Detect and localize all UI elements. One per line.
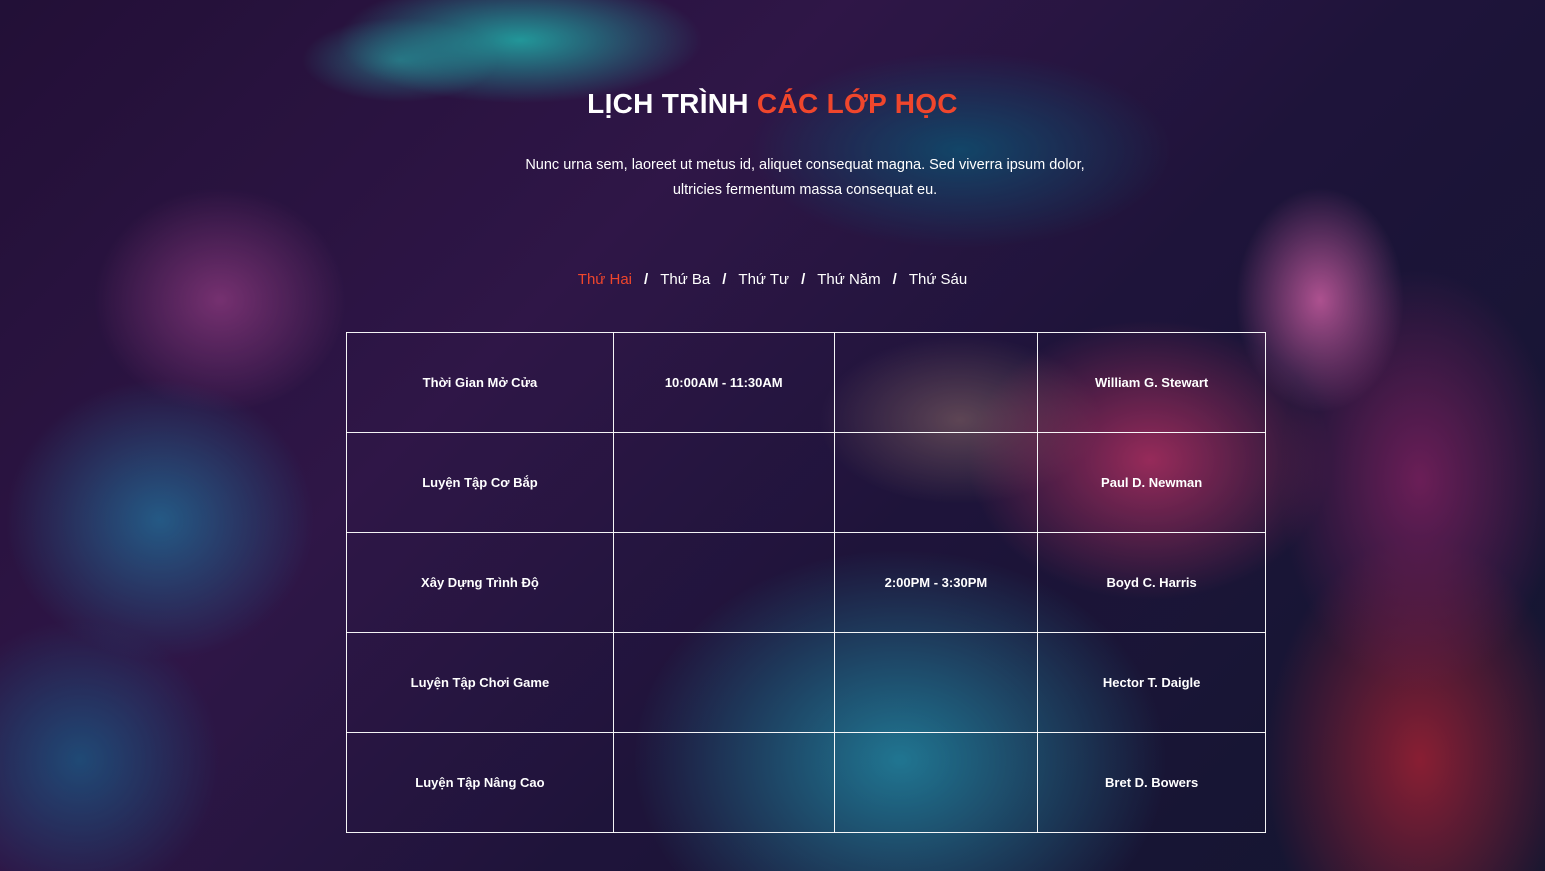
tab-monday[interactable]: Thứ Hai [578,268,632,292]
trainer-cell: Hector T. Daigle [1037,632,1266,733]
tab-thursday[interactable]: Thứ Năm [817,268,880,292]
morning-time-cell [612,432,835,533]
morning-time-cell [612,732,835,833]
tab-wednesday[interactable]: Thứ Tư [738,268,789,292]
section-title-main: LỊCH TRÌNH [587,88,749,120]
schedule-table: Thời Gian Mở Cửa 10:00AM - 11:30AM Willi… [346,332,1266,833]
table-row: Thời Gian Mở Cửa 10:00AM - 11:30AM Willi… [346,332,1266,433]
trainer-cell: Boyd C. Harris [1037,532,1266,633]
class-name-cell: Luyện Tập Cơ Bắp [346,432,614,533]
tab-separator: / [892,271,897,288]
section-title-accent: CÁC LỚP HỌC [756,88,958,120]
tab-separator: / [722,271,727,288]
tab-tuesday[interactable]: Thứ Ba [660,268,710,292]
tab-separator: / [801,271,806,288]
table-row: Luyện Tập Cơ Bắp Paul D. Newman [346,432,1266,533]
afternoon-time-cell [833,432,1039,533]
class-name-cell: Xây Dựng Trình Độ [346,532,614,633]
trainer-cell: Bret D. Bowers [1037,732,1266,833]
class-name-cell: Luyện Tập Chơi Game [346,632,614,733]
afternoon-time-cell [833,332,1039,433]
afternoon-time-cell [833,632,1039,733]
trainer-cell: Paul D. Newman [1037,432,1266,533]
day-tabs: Thứ Hai / Thứ Ba / Thứ Tư / Thứ Năm / Thứ Sáu [0,268,1545,292]
schedule-page: LỊCH TRÌNH CÁC LỚP HỌC Nunc urna sem, la… [0,0,1545,871]
schedule-section: LỊCH TRÌNH CÁC LỚP HỌC Nunc urna sem, la… [0,0,1545,871]
class-name-cell: Thời Gian Mở Cửa [346,332,614,433]
tab-separator: / [644,271,649,288]
trainer-cell: William G. Stewart [1037,332,1266,433]
table-row: Luyện Tập Chơi Game Hector T. Daigle [346,632,1266,733]
morning-time-cell [612,532,835,633]
afternoon-time-cell: 2:00PM - 3:30PM [833,532,1039,633]
section-title: LỊCH TRÌNH CÁC LỚP HỌC [0,85,1545,123]
table-row: Luyện Tập Nâng Cao Bret D. Bowers [346,732,1266,833]
table-row: Xây Dựng Trình Độ 2:00PM - 3:30PM Boyd C… [346,532,1266,633]
afternoon-time-cell [833,732,1039,833]
section-subtitle: Nunc urna sem, laoreet ut metus id, aliq… [525,156,1085,198]
class-name-cell: Luyện Tập Nâng Cao [346,732,614,833]
morning-time-cell: 10:00AM - 11:30AM [612,332,835,433]
tab-friday[interactable]: Thứ Sáu [909,268,967,292]
morning-time-cell [612,632,835,733]
